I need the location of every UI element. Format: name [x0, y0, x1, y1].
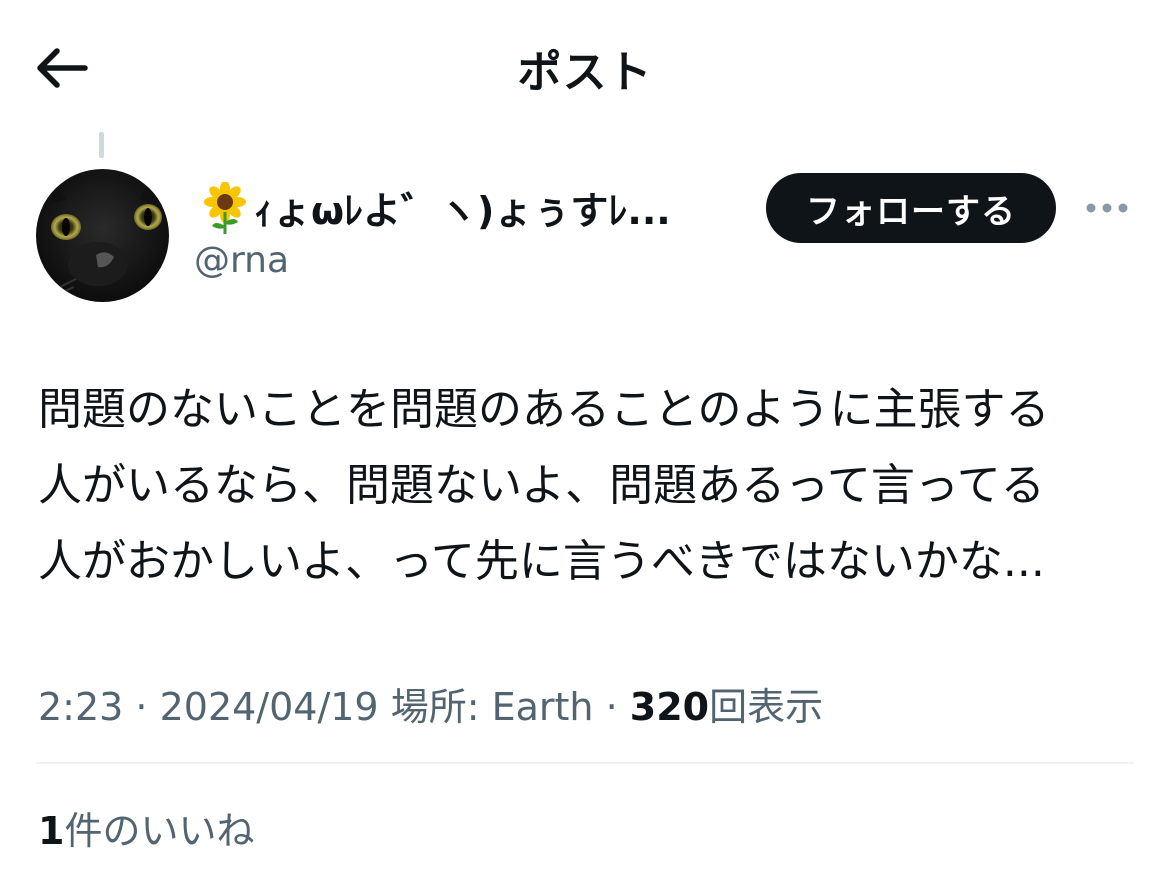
page-title: ポスト: [517, 47, 653, 98]
meta-separator: ·: [123, 685, 160, 729]
black-cat-avatar: [36, 169, 169, 302]
post-metadata: 2:23 · 2024/04/19 場所: Earth · 320回表示: [38, 676, 823, 731]
sunflower-icon: [204, 181, 246, 234]
post-date[interactable]: 2024/04/19: [160, 685, 379, 729]
follow-button[interactable]: フォローする: [766, 173, 1056, 243]
meta-separator: ·: [593, 685, 630, 729]
views-label: 回表示: [709, 685, 824, 729]
author-display-name[interactable]: ｨょωﾚよ゛ヽ)ょぅすﾚ...: [200, 180, 740, 235]
avatar[interactable]: [36, 169, 169, 302]
post-text-line: 人がいるなら、問題ないよ、問題あるって言ってる: [38, 460, 1045, 511]
more-horizontal-icon: [1086, 203, 1128, 213]
post-text-line: 問題のないことを問題のあることのように主張する: [38, 384, 1050, 435]
divider: [36, 762, 1134, 764]
display-name-text: ｨょωﾚよ゛ヽ)ょぅすﾚ...: [254, 189, 671, 233]
post-location: 場所: Earth: [378, 685, 594, 729]
likes-count: 1: [38, 809, 65, 853]
post-text: 問題のないことを問題のあることのように主張する 人がいるなら、問題ないよ、問題あ…: [38, 372, 1138, 600]
author-handle[interactable]: @rna: [194, 240, 289, 281]
more-options-button[interactable]: [1080, 190, 1134, 226]
likes-label: 件のいいね: [64, 809, 255, 853]
post-time[interactable]: 2:23: [38, 685, 123, 729]
thread-line: [99, 132, 104, 158]
views-count: 320: [629, 685, 710, 729]
likes-link[interactable]: 1件のいいね: [38, 800, 254, 855]
post-text-line: 人がおかしいよ、って先に言うべきではないかな...: [38, 536, 1045, 587]
top-bar: ポスト: [0, 0, 1170, 135]
